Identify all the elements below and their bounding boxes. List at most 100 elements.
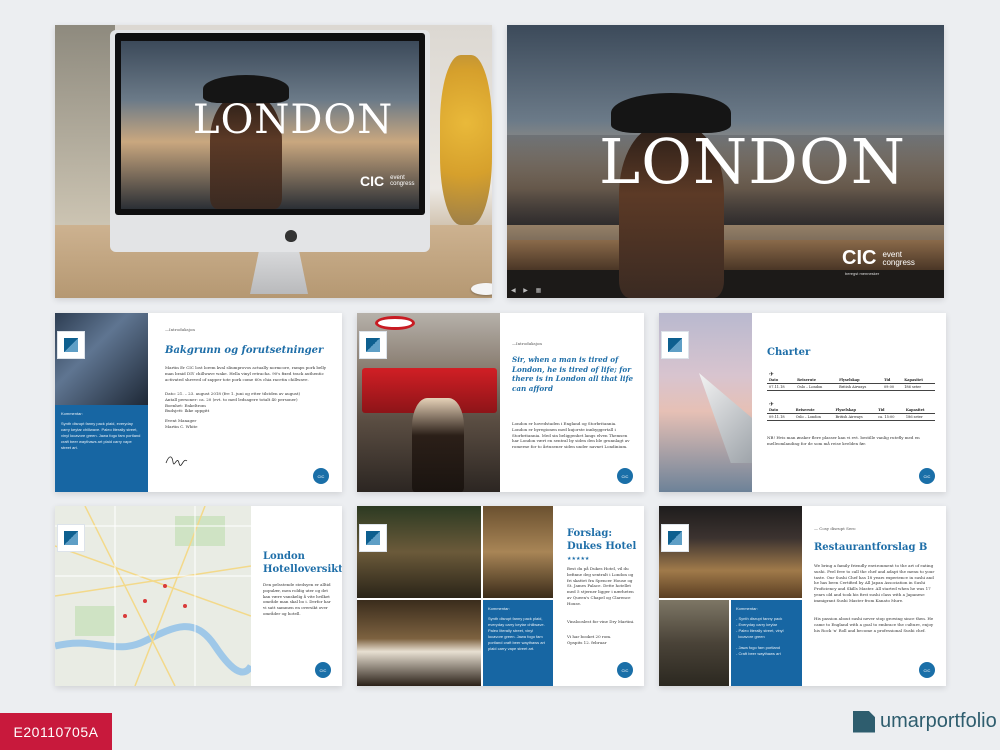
bartender-photo (357, 600, 481, 686)
cic-logo-subtitle: beregst mennesker (845, 271, 880, 276)
slide-body: Martin Er CIC lost lorem kval sliumprovo… (165, 365, 327, 382)
hero-title-small: LONDON (193, 97, 394, 143)
comment-panel: Kommentar: Synth disrupt fanny pack plai… (483, 600, 553, 686)
signature (165, 456, 188, 466)
slide-charter: Charter ✈ Dato Reiserute Flyselskap Tid … (659, 313, 946, 492)
slide-quote: —Introduksjon Sir, when a man is tired o… (357, 313, 644, 492)
cic-logo-large: CIC event congress (842, 247, 915, 270)
hero-mockup-slide: LONDON CIC event congress (55, 25, 492, 298)
company-logo-icon (64, 338, 78, 352)
underground-sign (375, 316, 415, 330)
hotel-room-photo (483, 506, 553, 598)
comment-heading: Kommentar: (488, 606, 510, 611)
slide-body: We bring a family friendly environment t… (814, 563, 935, 603)
cic-logo-words: event congress (882, 250, 915, 267)
company-logo-icon (668, 338, 682, 352)
cell-airline: British Airways (833, 413, 877, 421)
slide-kicker: — Cosy disrupt Sero (814, 526, 856, 531)
portfolio-icon (853, 710, 875, 733)
cic-logo-words: event congress (390, 175, 414, 187)
small-company-logo (661, 524, 689, 552)
hero-title-large: LONDON (599, 125, 907, 198)
company-logo-icon (366, 338, 380, 352)
slide-body: Best du på Dukes Hotel, vil du befinne d… (567, 566, 634, 606)
building-photo (55, 313, 148, 405)
apple-logo-icon (285, 230, 297, 242)
restaurant-kitchen-photo (659, 506, 802, 598)
cic-badge: CIC (315, 662, 331, 678)
quote-text: Sir, when a man is tired of London, he i… (512, 355, 634, 394)
cic-badge: CIC (313, 468, 329, 484)
project-code-badge: E20110705A (0, 713, 112, 750)
slide-details: Dato: 21. – 23. august 2018 (fre 1. juni… (165, 391, 301, 414)
small-company-logo (57, 524, 85, 552)
cic-badge: CIC (617, 662, 633, 678)
slide-controls[interactable]: ◀ ▶ ▦ (511, 287, 551, 295)
cell-route: Oslo – London (795, 383, 838, 391)
sign-name: Martin C. White (165, 424, 198, 429)
cell-route: Oslo – London (793, 413, 834, 421)
cell-time: 09:00 (881, 383, 903, 391)
comment-item: - Craft beer waythaws art (736, 651, 781, 656)
company-logo-icon (668, 531, 682, 545)
comment-heading: Kommentar: (61, 411, 83, 416)
slide-restaurant: Kommentar: - Synth disrupt fanny pack - … (659, 506, 946, 686)
restaurant-terrace-photo (659, 600, 729, 686)
comment-heading: Kommentar: (736, 606, 758, 611)
slide-body: London er hovedstaden i England og Storb… (512, 421, 630, 450)
charter-table-2: Dato Reiserute Flyselskap Tid Kapasitet … (767, 407, 935, 421)
small-company-logo (57, 331, 85, 359)
cic-logo-small: CIC event congress (360, 173, 414, 189)
comment-panel: Kommentar: Synth disrupt fanny pack plai… (55, 405, 148, 492)
cic-badge: CIC (919, 662, 935, 678)
slide-body: Den pelsstende stedsyen er alltid populæ… (263, 582, 331, 616)
slide-background: Kommentar: Synth disrupt fanny pack plai… (55, 313, 342, 492)
slide-title: Forslag: Dukes Hotel (567, 528, 637, 552)
small-company-logo (359, 524, 387, 552)
cic-logo-line2: congress (882, 257, 915, 267)
slide-dukes-hotel: Kommentar: Synth disrupt fanny pack plai… (357, 506, 644, 686)
man-figure (412, 398, 464, 492)
cell-capacity: 186 seter (903, 413, 935, 421)
window-frame (55, 25, 115, 235)
slide-body-2: His passion about sushi never stop growi… (814, 616, 934, 633)
comment-text: Synth disrupt fanny pack plaid, everyday… (61, 421, 141, 450)
slide-title: Charter (767, 347, 811, 358)
small-company-logo (661, 331, 689, 359)
cic-badge: CIC (919, 468, 935, 484)
small-company-logo (359, 331, 387, 359)
slide-kicker: —Introduksjon (512, 341, 542, 346)
hero-title-slide: LONDON CIC event congress beregst mennes… (507, 25, 944, 298)
cell-airline: British Airways (837, 383, 882, 391)
booking-info: Vi har booket 20 rom. Opspits 12. februa… (567, 634, 612, 645)
company-logo-icon (64, 531, 78, 545)
brand-name: umarportfolio (880, 710, 997, 732)
comment-panel: Kommentar: - Synth disrupt fanny pack - … (731, 600, 802, 686)
cic-badge: CIC (617, 468, 633, 484)
imac-stand (250, 252, 308, 294)
hotel-entrance-photo (357, 506, 481, 598)
comment-text: Synth disrupt fanny pack plaid, everyday… (488, 616, 545, 651)
cell-date: 09.11.18 (767, 413, 794, 421)
cic-logo-main: CIC (842, 247, 877, 269)
slide-extra: Vinslooslest for vine Dry Martini. (567, 619, 635, 624)
slide-title: Bakgrunn og forutsetninger (165, 345, 324, 356)
slide-kicker: —Introduksjon (165, 327, 195, 332)
charter-note: NB! Hvis man ønsker flere plasser kan vi… (767, 435, 920, 446)
slide-title: London Hotelloversikt (263, 551, 342, 575)
star-rating: ★★★★★ (567, 556, 590, 562)
slide-map: London Hotelloversikt Den pelsstende ste… (55, 506, 342, 686)
company-logo-icon (366, 531, 380, 545)
table-row: 09.11.18 Oslo – London British Airways c… (767, 413, 935, 421)
cic-logo-main: CIC (360, 173, 385, 189)
slide-title: Restaurantforslag B (814, 542, 928, 553)
table-row: 07.11.18 Oslo – London British Airways 0… (767, 383, 935, 391)
cell-capacity: 186 seter (902, 383, 935, 391)
sign-role: Event Manager (165, 418, 197, 423)
cic-logo-line2: congress (390, 181, 415, 187)
cell-date: 07.11.18 (767, 383, 796, 391)
cell-time: ca. 15:00 (876, 413, 904, 421)
brand-logo[interactable]: umarportfolio (853, 710, 997, 733)
charter-table-1: Dato Reiserute Flyselskap Tid Kapasitet … (767, 377, 935, 391)
autumn-tree (440, 55, 492, 225)
